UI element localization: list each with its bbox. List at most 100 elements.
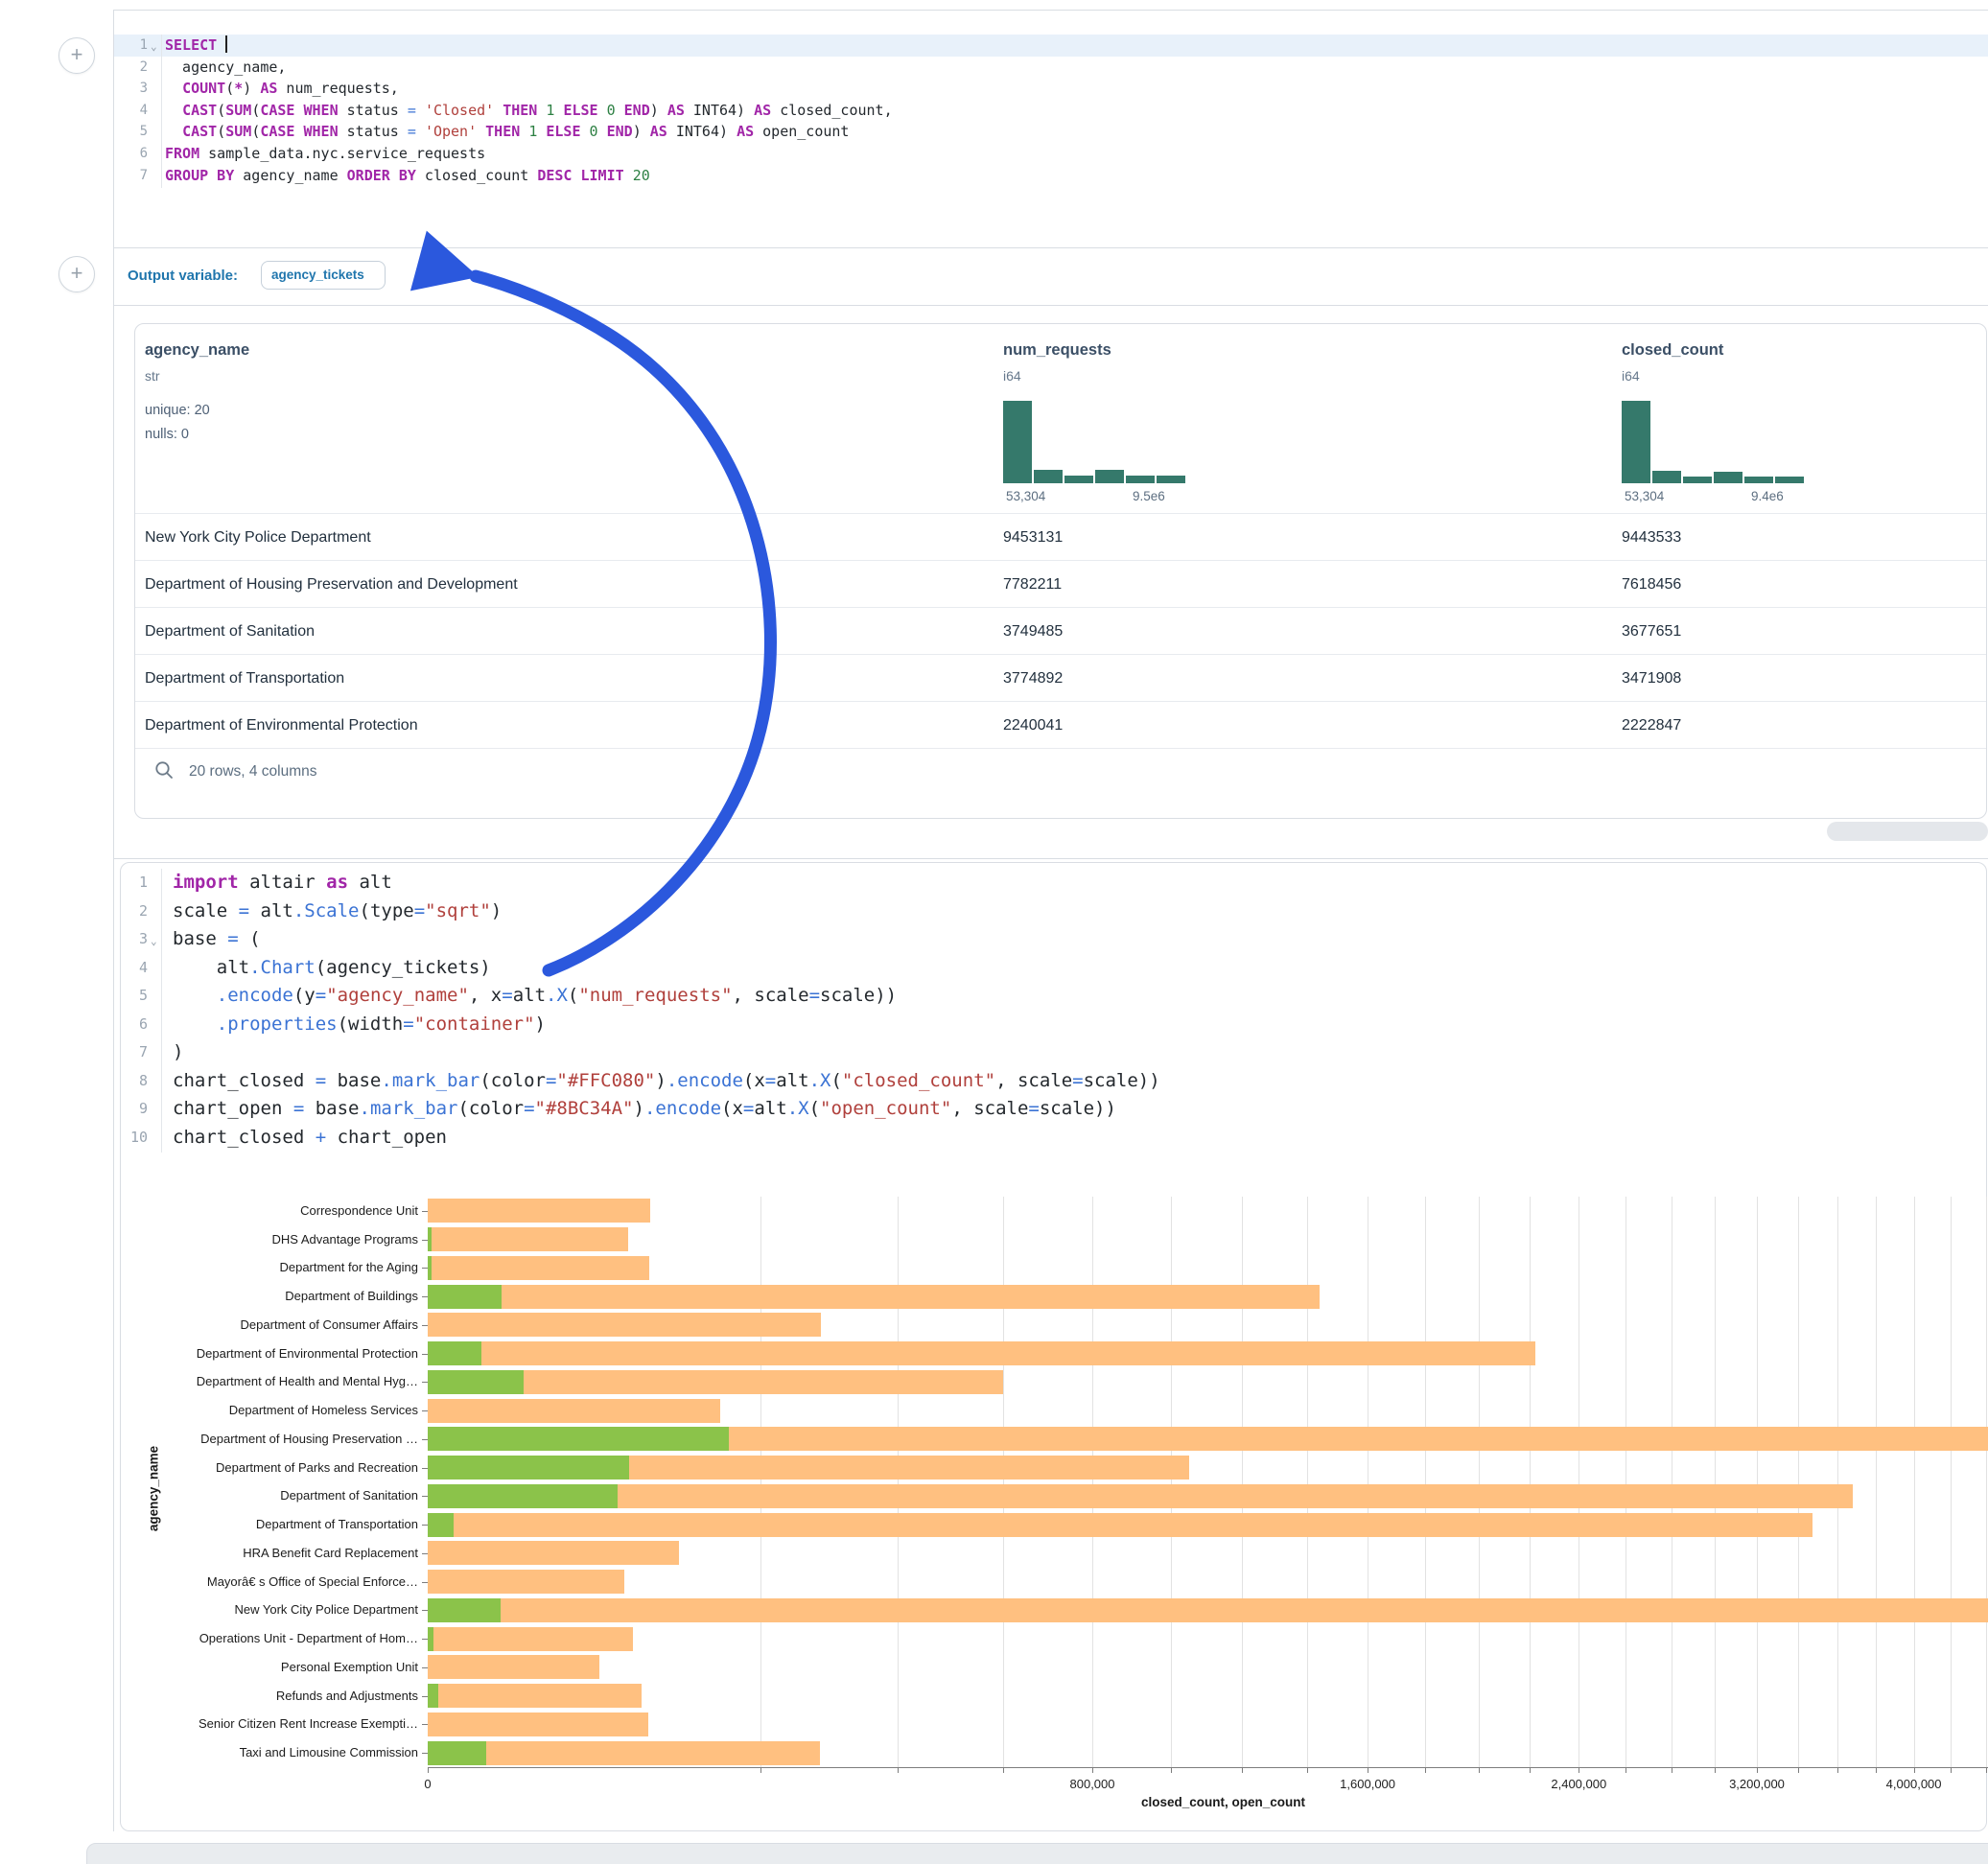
table-cell: 2222847 — [1622, 702, 1681, 749]
code-line[interactable]: 7) — [121, 1038, 1984, 1067]
table-cell: Department of Housing Preservation and D… — [145, 561, 518, 608]
code-text: base = ( — [173, 925, 261, 954]
column-stat: unique: 20 — [145, 403, 210, 418]
code-line[interactable]: 1⌄SELECT — [114, 35, 1988, 57]
histogram-bar — [1034, 470, 1063, 483]
line-number: 4 — [121, 954, 148, 983]
code-line[interactable]: 2 agency_name, — [114, 57, 1988, 79]
code-line[interactable]: 2scale = alt.Scale(type="sqrt") — [121, 897, 1984, 926]
code-text: SELECT — [165, 35, 227, 57]
add-cell-button[interactable]: + — [58, 256, 95, 292]
table-row[interactable]: New York City Police Department945313194… — [135, 513, 1986, 561]
line-number: 6 — [114, 143, 148, 165]
histogram-bar — [1064, 476, 1093, 483]
row-divider — [135, 748, 1986, 749]
table-row[interactable]: Department of Housing Preservation and D… — [135, 560, 1986, 608]
search-icon[interactable] — [152, 758, 175, 781]
code-line[interactable]: 6 FROM sample_data.nyc.service_requests — [114, 143, 1988, 165]
table-cell: Department of Sanitation — [145, 608, 315, 655]
horizontal-scrollbar[interactable] — [1827, 822, 1988, 841]
code-text: chart_closed + chart_open — [173, 1124, 447, 1153]
notebook-page: + + 1⌄SELECT 2 agency_name,3 COUNT(*) AS… — [0, 0, 1988, 1864]
histogram-bar — [1126, 476, 1155, 483]
table-cell: Department of Transportation — [145, 655, 344, 702]
table-summary: 20 rows, 4 columns — [189, 763, 317, 781]
code-line[interactable]: 3 COUNT(*) AS num_requests, — [114, 78, 1988, 100]
python-code-editor[interactable]: 1import altair as alt2scale = alt.Scale(… — [121, 869, 1984, 1153]
code-line[interactable]: 5 CAST(SUM(CASE WHEN status = 'Open' THE… — [114, 121, 1988, 143]
next-cell-strip[interactable] — [86, 1843, 1988, 1864]
table-row[interactable]: Department of Transportation377489234719… — [135, 654, 1986, 702]
code-line[interactable]: 9 chart_open = base.mark_bar(color="#8BC3… — [121, 1095, 1984, 1124]
histogram-min-label: 53,304 — [1625, 489, 1664, 503]
histogram-min-label: 53,304 — [1006, 489, 1045, 503]
output-variable-badge[interactable]: agency_tickets — [261, 261, 386, 290]
line-number: 7 — [121, 1038, 148, 1067]
histogram-bar — [1157, 476, 1185, 483]
cell-top-border — [113, 10, 1988, 11]
code-line[interactable]: 3⌄ base = ( — [121, 925, 1984, 954]
code-text: import altair as alt — [173, 869, 392, 897]
code-line[interactable]: 7GROUP BY agency_name ORDER BY closed_co… — [114, 165, 1988, 187]
code-text: .encode(y="agency_name", x=alt.X("num_re… — [173, 982, 897, 1011]
table-cell: 3677651 — [1622, 608, 1681, 655]
table-cell: 9453131 — [1003, 514, 1063, 561]
code-text: alt.Chart(agency_tickets) — [173, 954, 491, 983]
histogram-bar — [1744, 477, 1773, 483]
table-row[interactable]: Department of Environmental Protection 22… — [135, 701, 1986, 749]
output-variable-label: Output variable: — [128, 268, 238, 284]
line-number: 10 — [121, 1124, 148, 1153]
table-cell: 3749485 — [1003, 608, 1063, 655]
histogram-bar — [1714, 472, 1742, 483]
histogram-bar — [1683, 477, 1712, 483]
code-text: agency_name, — [165, 57, 286, 79]
x-axis-title: closed_count, open_count — [1141, 1795, 1305, 1809]
fold-chevron-icon[interactable]: ⌄ — [151, 927, 157, 956]
gutter-divider — [161, 869, 162, 1153]
code-text: FROM sample_data.nyc.service_requests — [165, 143, 485, 165]
code-text: COUNT(*) AS num_requests, — [165, 78, 399, 100]
code-line[interactable]: 10 chart_closed + chart_open — [121, 1124, 1984, 1153]
code-text: chart_open = base.mark_bar(color="#8BC34… — [173, 1095, 1116, 1124]
code-line[interactable]: 5 .encode(y="agency_name", x=alt.X("num_… — [121, 982, 1984, 1011]
line-number: 8 — [121, 1067, 148, 1096]
table-cell: 7618456 — [1622, 561, 1681, 608]
code-line[interactable]: 4 CAST(SUM(CASE WHEN status = 'Closed' T… — [114, 100, 1988, 122]
column-stat: nulls: 0 — [145, 427, 189, 442]
line-number: 7 — [114, 165, 148, 187]
code-text: chart_closed = base.mark_bar(color="#FFC… — [173, 1067, 1160, 1096]
column-header: closed_count — [1622, 341, 1723, 360]
cell-divider — [113, 858, 1988, 859]
column-type: str — [145, 368, 160, 384]
column-histogram — [1622, 399, 1804, 483]
column-type: i64 — [1003, 368, 1021, 384]
code-text: CAST(SUM(CASE WHEN status = 'Closed' THE… — [165, 100, 893, 122]
table-cell: Department of Environmental Protection — [145, 702, 418, 749]
table-row[interactable]: Department of Sanitation 3749485 3677651 — [135, 607, 1986, 655]
divider — [113, 247, 1988, 248]
cell-left-border — [113, 10, 114, 1831]
line-number: 3 — [121, 925, 148, 954]
line-number: 5 — [114, 121, 148, 143]
line-number: 2 — [114, 57, 148, 79]
code-line[interactable]: 6 .properties(width="container") — [121, 1011, 1984, 1039]
code-line[interactable]: 1import altair as alt — [121, 869, 1984, 897]
line-number: 9 — [121, 1095, 148, 1124]
column-header: agency_name — [145, 341, 249, 360]
table-cell: 7782211 — [1003, 561, 1062, 608]
code-line[interactable]: 8 chart_closed = base.mark_bar(color="#FF… — [121, 1067, 1984, 1096]
fold-chevron-icon[interactable]: ⌄ — [151, 36, 157, 58]
table-cell: 2240041 — [1003, 702, 1063, 749]
sql-code-editor[interactable]: 1⌄SELECT 2 agency_name,3 COUNT(*) AS num… — [114, 35, 1988, 188]
code-text: scale = alt.Scale(type="sqrt") — [173, 897, 502, 926]
histogram-bar — [1775, 477, 1804, 483]
code-text: .properties(width="container") — [173, 1011, 546, 1039]
code-line[interactable]: 4 alt.Chart(agency_tickets) — [121, 954, 1984, 983]
column-histogram — [1003, 399, 1185, 483]
gutter-divider — [161, 35, 162, 188]
dataframe-preview-panel: agency_name str unique: 20 nulls: 0 num_… — [134, 323, 1987, 819]
histogram-max-label: 9.4e6 — [1751, 489, 1784, 503]
histogram-bar — [1652, 471, 1681, 483]
histogram-bar — [1003, 401, 1032, 483]
add-cell-button[interactable]: + — [58, 37, 95, 74]
